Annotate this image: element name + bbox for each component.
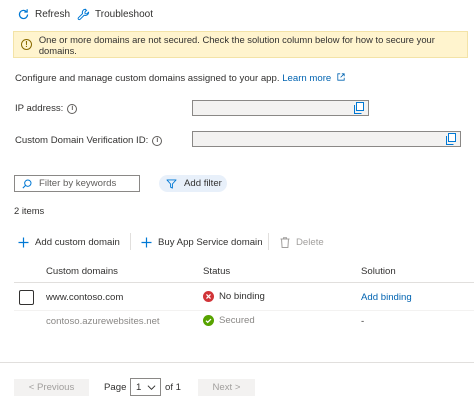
status-text: No binding	[219, 291, 265, 302]
add-custom-domain-button[interactable]: Add custom domain	[18, 235, 120, 249]
filter-input[interactable]	[39, 178, 134, 189]
check-circle-icon	[203, 315, 214, 326]
table-divider	[14, 282, 474, 283]
chevron-down-icon	[147, 385, 156, 391]
page-select[interactable]: 1	[130, 378, 161, 396]
plus-icon	[18, 237, 29, 247]
table-divider	[14, 310, 474, 311]
add-filter-button[interactable]: Add filter	[159, 175, 227, 192]
copy-icon[interactable]	[445, 133, 457, 145]
solution-text: -	[361, 316, 365, 327]
items-count: 2 items	[14, 205, 45, 216]
delete-label: Delete	[296, 236, 324, 248]
add-custom-domain-label: Add custom domain	[35, 236, 120, 248]
ip-address-text: IP address:	[15, 103, 64, 114]
wrench-icon	[77, 8, 90, 20]
search-icon	[22, 179, 32, 189]
external-link-icon	[337, 73, 345, 81]
command-divider	[130, 233, 131, 250]
error-icon	[203, 291, 214, 302]
buy-domain-button[interactable]: Buy App Service domain	[141, 235, 263, 249]
status-cell: No binding	[203, 291, 265, 302]
column-header-solution[interactable]: Solution	[361, 266, 396, 277]
info-icon[interactable]: i	[152, 135, 163, 146]
ip-address-label: IP address: i	[15, 103, 78, 114]
column-header-domain[interactable]: Custom domains	[46, 266, 118, 277]
filter-icon	[166, 178, 177, 189]
refresh-label: Refresh	[35, 8, 71, 20]
page-description: Configure and manage custom domains assi…	[15, 73, 345, 84]
troubleshoot-label: Troubleshoot	[95, 8, 153, 20]
learn-more-label: Learn more	[282, 73, 332, 84]
page-label: Page	[104, 382, 127, 393]
learn-more-link[interactable]: Learn more	[282, 73, 345, 84]
info-icon[interactable]: i	[67, 103, 78, 114]
page-total: of 1	[165, 382, 182, 393]
delete-button[interactable]: Delete	[280, 235, 324, 249]
filter-box[interactable]	[14, 175, 140, 192]
description-text: Configure and manage custom domains assi…	[15, 73, 280, 84]
verification-id-text: Custom Domain Verification ID:	[15, 135, 149, 146]
refresh-icon	[18, 8, 29, 19]
warning-message: One or more domains are not secured. Che…	[38, 33, 435, 56]
ip-address-field	[192, 100, 369, 116]
command-divider	[268, 233, 269, 250]
troubleshoot-button[interactable]: Troubleshoot	[77, 6, 153, 22]
verification-id-field	[192, 131, 461, 147]
table-bottom-divider	[0, 362, 474, 363]
add-binding-link[interactable]: Add binding	[361, 292, 412, 303]
domain-name: www.contoso.com	[46, 292, 124, 303]
domain-cell: contoso.azurewebsites.net	[46, 316, 160, 327]
domain-name: contoso.azurewebsites.net	[46, 316, 160, 327]
domain-cell: www.contoso.com	[46, 292, 123, 303]
solution-cell: -	[361, 316, 364, 327]
previous-page-button[interactable]: < Previous	[14, 379, 89, 396]
status-text: Secured	[219, 315, 255, 326]
copy-icon[interactable]	[353, 102, 365, 114]
add-filter-label: Add filter	[184, 178, 222, 189]
buy-domain-label: Buy App Service domain	[158, 236, 263, 248]
refresh-button[interactable]: Refresh	[17, 6, 70, 22]
row-checkbox[interactable]	[19, 290, 34, 305]
plus-icon	[141, 237, 152, 247]
status-cell: Secured	[203, 315, 255, 326]
warning-banner: ! One or more domains are not secured. C…	[13, 31, 468, 58]
verification-id-label: Custom Domain Verification ID: i	[15, 135, 163, 146]
trash-icon	[280, 236, 290, 248]
page-select-value: 1	[136, 381, 142, 393]
next-label: Next >	[212, 382, 241, 393]
column-header-status[interactable]: Status	[203, 266, 230, 277]
solution-cell: Add binding	[361, 292, 412, 303]
previous-label: < Previous	[28, 382, 75, 393]
next-page-button[interactable]: Next >	[198, 379, 255, 396]
warning-icon: !	[21, 39, 32, 50]
